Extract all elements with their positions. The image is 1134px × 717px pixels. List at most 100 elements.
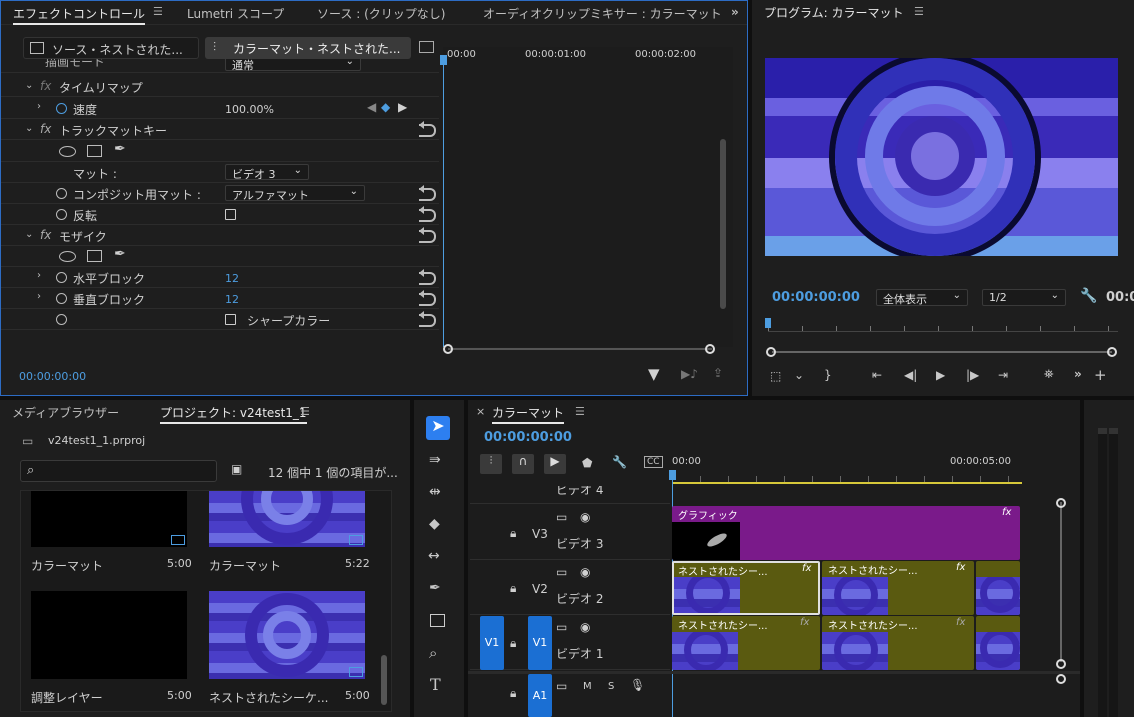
collapse-chevron-icon[interactable]: ⌄ [25, 123, 33, 134]
expand-chevron-icon[interactable]: › [37, 270, 41, 281]
play-audio-icon[interactable]: ▶♪ [681, 367, 698, 381]
stopwatch-icon[interactable] [56, 314, 67, 325]
hand-tool-icon[interactable]: ⌕ [429, 644, 437, 662]
expand-chevron-icon[interactable]: › [37, 101, 41, 112]
track-select-tool-icon[interactable]: ⇛ [429, 452, 441, 468]
eye-icon[interactable]: ◉ [580, 510, 590, 524]
sync-lock-icon[interactable]: ▭ [556, 620, 567, 634]
export-frame-icon[interactable]: ⛯ [1044, 367, 1054, 382]
nest-clip-v2-1[interactable]: ネストされたシー... fx [672, 561, 820, 615]
nest-clip-v2-3[interactable] [976, 561, 1020, 615]
mark-out-icon[interactable]: } [824, 368, 832, 382]
collapse-chevron-icon[interactable]: ⌄ [25, 229, 33, 240]
ellipse-mask-icon[interactable] [59, 251, 76, 262]
slip-tool-icon[interactable]: ↔ [428, 548, 440, 564]
overflow-chevron-icon[interactable]: » [731, 5, 739, 19]
project-item-thumb-2[interactable] [31, 591, 187, 679]
stopwatch-icon[interactable] [56, 272, 67, 283]
linked-selection-icon[interactable]: ▶ [544, 454, 566, 474]
scroll-handle-bottom[interactable] [1056, 659, 1066, 669]
reset-icon[interactable] [419, 206, 436, 222]
lock-icon[interactable]: 🔒︎ [510, 686, 516, 701]
eye-icon[interactable]: ◉ [580, 565, 590, 579]
sync-lock-icon[interactable]: ▭ [556, 679, 567, 693]
quality-dropdown[interactable]: 1/2 ⌄ [982, 289, 1066, 306]
horizontal-blocks-value[interactable]: 12 [225, 272, 239, 285]
timeline-settings-wrench-icon[interactable]: 🔧 [612, 455, 627, 469]
settings-wrench-icon[interactable]: 🔧 [1080, 288, 1097, 304]
stopwatch-icon[interactable] [56, 188, 67, 199]
chevron-down-icon[interactable]: ⌄ [794, 368, 804, 382]
collapse-chevron-icon[interactable]: ⌄ [25, 80, 33, 91]
tab-audio-clip-mixer[interactable]: オーディオクリップミキサー : カラーマット [483, 5, 722, 22]
ec-zoom-bar[interactable] [448, 348, 712, 350]
nest-clip-v1-1[interactable]: ネストされたシー... fx [672, 616, 820, 670]
type-tool-icon[interactable]: T [430, 675, 441, 694]
timeline-timecode[interactable]: 00:00:00:00 [484, 430, 572, 445]
solo-button[interactable]: S [608, 681, 614, 692]
nest-clip-v1-3[interactable] [976, 616, 1020, 670]
work-area-bar[interactable] [672, 482, 1022, 484]
panel-menu-icon[interactable]: ☰ [153, 5, 163, 18]
blend-mode-dropdown[interactable]: 通常 ⌄ [225, 59, 361, 72]
play-icon[interactable]: ▶ [936, 368, 945, 382]
panel-menu-icon[interactable]: ☰ [914, 5, 924, 18]
tab-effect-controls[interactable]: エフェクトコントロール [13, 5, 146, 25]
tab-source[interactable]: ソース : (クリップなし) [317, 5, 445, 22]
safe-margins-icon[interactable]: ⬚ [770, 369, 781, 383]
rectangle-tool-icon[interactable] [430, 614, 445, 627]
project-scrollbar[interactable] [381, 655, 387, 705]
panel-menu-icon[interactable]: ☰ [300, 405, 310, 418]
ec-zoom-handle-left[interactable] [443, 344, 453, 354]
fit-dropdown[interactable]: 全体表示 ⌄ [876, 289, 968, 306]
tab-media-browser[interactable]: メディアブラウザー [12, 404, 119, 421]
track-target-a1[interactable]: A1 [528, 674, 552, 717]
lock-icon[interactable]: 🔒︎ [510, 581, 516, 596]
reset-icon[interactable] [419, 227, 436, 243]
ec-zoom-handle-right[interactable] [705, 344, 715, 354]
snap-icon[interactable]: ∩ [512, 454, 534, 474]
stopwatch-icon[interactable] [56, 103, 67, 114]
selection-tool-icon[interactable]: ➤ [426, 416, 450, 440]
prev-keyframe-icon[interactable]: ◀ [367, 100, 376, 114]
sync-lock-icon[interactable]: ▭ [556, 565, 567, 579]
project-search-input[interactable]: ⌕ [20, 460, 217, 482]
stopwatch-icon[interactable] [56, 293, 67, 304]
ellipse-mask-icon[interactable] [59, 146, 76, 157]
project-item-thumb-1[interactable] [209, 491, 365, 547]
stopwatch-icon[interactable] [56, 209, 67, 220]
eye-icon[interactable]: ◉ [580, 620, 590, 634]
track-id[interactable]: V2 [532, 582, 548, 596]
insert-nest-icon[interactable]: ⫶ [480, 454, 502, 474]
nest-clip-v1-2[interactable]: ネストされたシー... fx [822, 616, 974, 670]
ec-playhead-handle[interactable] [440, 55, 447, 65]
export-icon[interactable]: ⇪ [713, 366, 723, 380]
audio-scroll-handle[interactable] [1056, 674, 1066, 684]
project-item-thumb-3[interactable] [209, 591, 365, 679]
program-timecode[interactable]: 00:00:00:00 [772, 290, 860, 305]
reset-icon[interactable] [419, 185, 436, 201]
rectangle-mask-icon[interactable] [87, 145, 102, 157]
vertical-blocks-value[interactable]: 12 [225, 293, 239, 306]
lock-icon[interactable]: 🔒︎ [510, 526, 516, 541]
mute-button[interactable]: M [583, 681, 592, 692]
step-back-icon[interactable]: ◀| [904, 368, 917, 382]
next-keyframe-icon[interactable]: ▶ [398, 100, 407, 114]
track-id[interactable]: V3 [532, 527, 548, 541]
rectangle-mask-icon[interactable] [87, 250, 102, 262]
reset-icon[interactable] [419, 290, 436, 306]
add-button-icon[interactable]: + [1094, 366, 1107, 384]
pen-mask-icon[interactable]: ✒ [114, 141, 126, 157]
source-patch-v1[interactable]: V1 [480, 616, 504, 670]
razor-tool-icon[interactable]: ◆ [429, 516, 440, 532]
filter-icon[interactable]: ▼ [648, 365, 660, 383]
pen-tool-icon[interactable]: ✒ [429, 580, 441, 596]
active-clip-selector[interactable]: ⫶ カラーマット・ネストされた... [205, 37, 411, 59]
program-playhead[interactable] [765, 318, 771, 328]
ec-current-time[interactable]: 00:00:00:00 [19, 370, 86, 383]
matte-dropdown[interactable]: ビデオ 3 ⌄ [225, 164, 309, 181]
project-item-thumb-0[interactable] [31, 491, 187, 547]
step-forward-icon[interactable]: |▶ [966, 368, 979, 382]
scroll-handle-top[interactable] [1056, 498, 1066, 508]
more-controls-icon[interactable]: » [1074, 367, 1082, 381]
